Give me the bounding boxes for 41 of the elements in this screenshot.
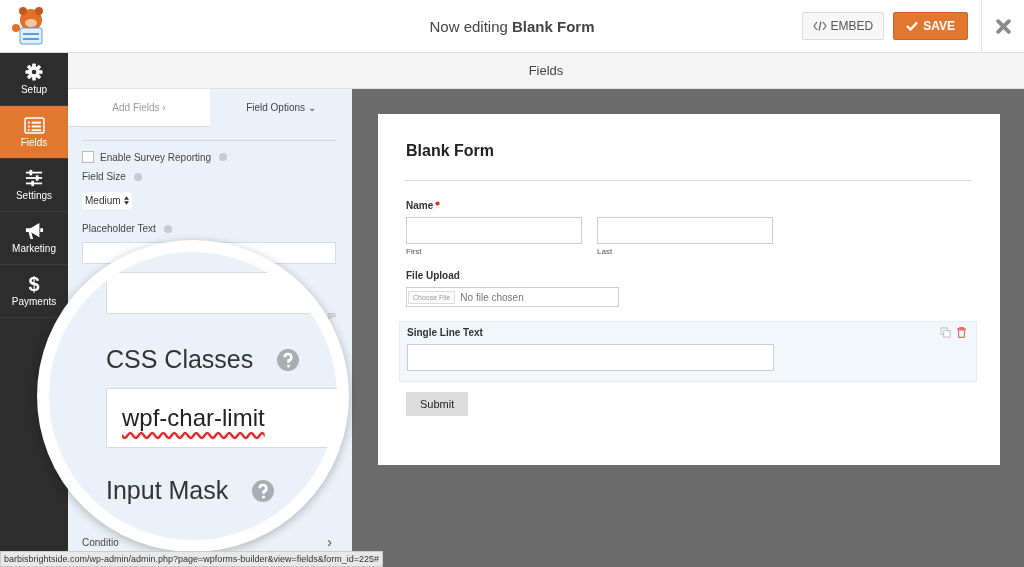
updown-icon xyxy=(123,196,129,205)
embed-button[interactable]: EMBED xyxy=(801,12,885,40)
sublabel: Last xyxy=(597,247,614,256)
check-icon xyxy=(906,21,919,31)
sidebar-item[interactable]: Setup xyxy=(20,63,48,95)
option-label: Enable Survey Reporting xyxy=(100,151,212,163)
chevron-icon: › xyxy=(327,534,332,550)
dollar-icon: $ xyxy=(28,275,40,293)
checkbox[interactable] xyxy=(82,151,94,163)
field-label: File Upload xyxy=(406,270,460,281)
code-icon xyxy=(812,21,827,31)
status-bar: barbisbrightside.com/wp-admin/admin.php?page=wpforms-builder&view=fields&form_id=225# xyxy=(0,551,383,567)
zoomed-label: CSS Classes xyxy=(106,345,254,374)
sublabel: First xyxy=(406,247,423,256)
duplicate-icon[interactable] xyxy=(940,327,951,338)
page-title: Now editing Blank Form xyxy=(429,17,595,35)
trash-icon[interactable] xyxy=(957,327,966,338)
submit-button[interactable]: Submit xyxy=(406,392,469,416)
form-title: Blank Form xyxy=(406,142,495,160)
text-input[interactable] xyxy=(407,344,774,371)
form-field-block[interactable]: Single Line Text xyxy=(399,321,977,382)
size-select[interactable]: Medium xyxy=(82,192,132,209)
field-label: Single Line Text xyxy=(407,327,483,338)
sidebar-item[interactable]: Settings xyxy=(15,169,53,201)
text-input[interactable] xyxy=(597,217,773,244)
gear-icon xyxy=(25,63,43,81)
text-input[interactable] xyxy=(406,217,582,244)
file-status: No file chosen xyxy=(460,291,524,303)
zoomed-label: Input Mask xyxy=(106,476,229,505)
sidebar-item[interactable]: Marketing xyxy=(12,222,56,254)
option-label: Field Size xyxy=(82,171,126,182)
form-field-block[interactable]: Name First Last xyxy=(399,200,977,256)
list-icon xyxy=(23,116,45,134)
megaphone-icon xyxy=(24,222,44,240)
section-title: Fields xyxy=(68,53,1024,89)
sliders-icon xyxy=(25,169,43,187)
section-link[interactable]: Conditio xyxy=(82,536,119,548)
field-label: Name xyxy=(406,200,434,211)
sidebar-item[interactable]: $ Payments xyxy=(11,275,57,307)
close-icon[interactable] xyxy=(995,18,1011,34)
option-label: Placeholder Text xyxy=(82,223,156,234)
